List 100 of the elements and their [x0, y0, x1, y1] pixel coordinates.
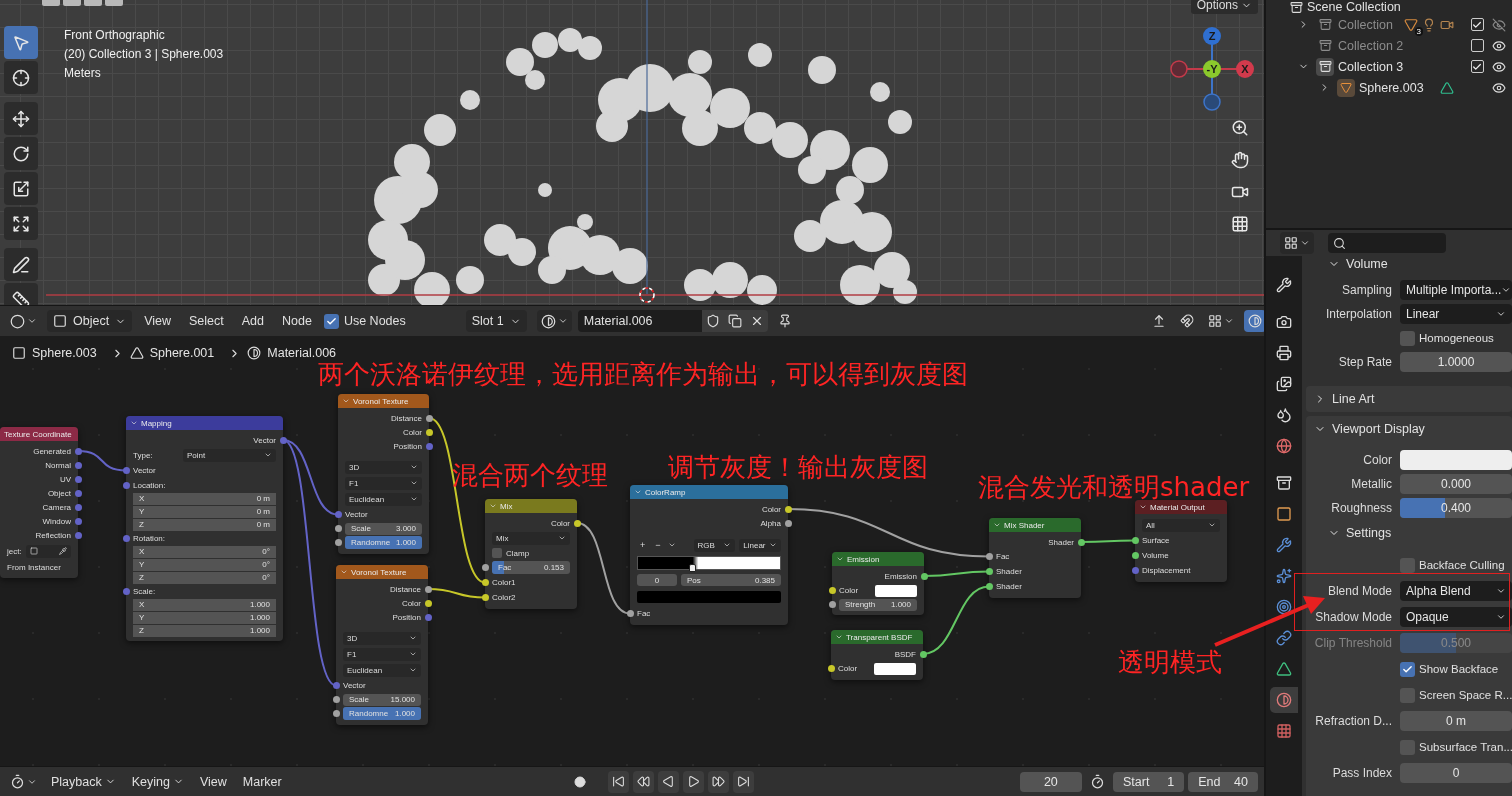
slider-field[interactable]: Randomne 1.000 — [345, 536, 422, 549]
property-dropdown[interactable]: Opaque — [1400, 607, 1512, 627]
3d-viewport[interactable]: Z -Y X Front Orthographic (20) Collection 3 | Sphere.003 Meters Options — [0, 0, 1264, 305]
node-dropdown[interactable]: F1 — [345, 476, 422, 490]
panel-header[interactable]: Volume — [1306, 256, 1512, 272]
socket-label: Distance — [390, 413, 422, 423]
annotation-text: 透明模式 — [1118, 647, 1222, 677]
number-field[interactable]: Y 0° — [133, 558, 276, 571]
property-dropdown[interactable]: Multiple Importa... — [1400, 280, 1512, 300]
outliner-item-name[interactable]: Sphere.003 — [1359, 80, 1436, 95]
property-label: Metallic — [1350, 477, 1392, 491]
number-field[interactable]: X 1.000 — [133, 598, 276, 611]
outliner-item-name[interactable]: Scene Collection — [1307, 0, 1508, 14]
socket-label: Displacement — [1142, 566, 1191, 575]
number-field[interactable]: Scale 15.000 — [343, 693, 421, 706]
property-label: Interpolation — [1324, 307, 1392, 321]
mode-dropdown[interactable]: Object — [47, 310, 133, 332]
node-header[interactable]: ColorRamp — [630, 485, 788, 499]
node-header[interactable]: Transparent BSDF — [831, 630, 923, 644]
node-header[interactable]: Mapping — [126, 416, 283, 430]
breadcrumb-item[interactable]: Material.006 — [267, 346, 337, 360]
node-title: Emission — [847, 554, 880, 564]
slot-dropdown[interactable]: Slot 1 — [465, 310, 527, 332]
node-dropdown[interactable]: 3D — [343, 631, 421, 645]
outliner-item-name[interactable]: Collection 3 — [1338, 59, 1454, 74]
node-title: Mapping — [141, 418, 172, 428]
axis-label: X — [1241, 63, 1249, 75]
socket-label: Reflection — [35, 530, 71, 540]
menu-item[interactable]: Add — [235, 314, 270, 328]
socket-label: Position — [393, 441, 422, 451]
breadcrumb-item[interactable]: Sphere.001 — [149, 346, 215, 360]
number-field[interactable]: Z 0 m — [133, 518, 276, 531]
panel-header[interactable]: Settings — [1306, 520, 1512, 546]
menu-item[interactable]: Marker — [236, 774, 288, 789]
ramp-button[interactable]: + — [637, 540, 649, 550]
number-field[interactable]: X 0 m — [133, 492, 276, 505]
current-frame-field[interactable]: 20 — [1019, 771, 1082, 792]
options-dropdown[interactable]: Options — [1190, 0, 1258, 14]
panel-header[interactable]: Line Art — [1306, 386, 1512, 412]
end-frame-field[interactable]: End 40 — [1188, 771, 1258, 792]
breadcrumb-item[interactable]: Sphere.003 — [32, 346, 97, 360]
slider-field[interactable]: Randomne 1.000 — [343, 707, 421, 720]
node-dropdown[interactable]: Linear — [739, 538, 781, 552]
menu-item[interactable]: Node — [276, 314, 318, 328]
node-header[interactable]: Mix — [485, 499, 577, 513]
node-header[interactable]: Voronoi Texture — [336, 565, 428, 579]
socket-label: Shader — [996, 567, 1022, 576]
socket-label: From Instancer — [7, 562, 61, 572]
node-dropdown[interactable]: All — [1142, 518, 1220, 532]
node-dropdown[interactable]: Point — [183, 448, 276, 462]
property-dropdown[interactable]: Linear — [1400, 304, 1512, 324]
number-field[interactable]: Scale 3.000 — [345, 522, 422, 535]
node-dropdown[interactable]: 3D — [345, 460, 422, 474]
socket-label: Position — [392, 612, 421, 622]
socket-label: BSDF — [894, 649, 916, 659]
stop-index-field[interactable]: 0 — [637, 574, 677, 586]
number-field[interactable]: Z 0° — [133, 571, 276, 584]
property-label: Color — [1362, 453, 1392, 467]
node-dropdown[interactable]: Mix — [492, 531, 570, 545]
panel-header[interactable]: Viewport Display — [1306, 416, 1512, 442]
menu-item[interactable]: View — [138, 314, 177, 328]
number-field[interactable]: X 0° — [133, 545, 276, 558]
material-name-field[interactable]: Material.006 — [577, 310, 702, 332]
socket-label: Fac — [637, 609, 651, 618]
node-header[interactable]: Mix Shader — [989, 518, 1081, 532]
axis-label: -Y — [1206, 63, 1218, 75]
node-dropdown[interactable]: Euclidean — [343, 663, 421, 677]
socket-label: UV — [59, 474, 71, 484]
shader-node[interactable]: Material Output All Surface Volume Displacement — [1135, 500, 1227, 582]
number-field[interactable]: Y 0 m — [133, 505, 276, 518]
menu-item[interactable]: Select — [183, 314, 230, 328]
number-field[interactable]: 0 — [1400, 763, 1512, 783]
node-dropdown[interactable]: F1 — [343, 647, 421, 661]
navigation-gizmo[interactable]: Z -Y X — [1170, 27, 1254, 111]
socket-label: Vector — [345, 510, 368, 519]
checkbox-label: Backface Culling — [1419, 559, 1505, 571]
socket-label: Vector — [133, 466, 156, 475]
number-field[interactable]: Y 1.000 — [133, 611, 276, 624]
property-dropdown[interactable]: Alpha Blend — [1400, 581, 1512, 601]
number-field[interactable]: 0 m — [1400, 711, 1512, 731]
node-dropdown[interactable]: RGB — [693, 538, 736, 552]
node-dropdown[interactable]: Euclidean — [345, 492, 422, 506]
socket-label: Emission — [884, 571, 917, 581]
menu-item[interactable]: View — [193, 774, 233, 789]
outliner-item-name[interactable]: Collection — [1338, 17, 1400, 32]
start-frame-field[interactable]: Start 1 — [1112, 771, 1185, 792]
menu-item[interactable]: Keying — [125, 774, 190, 789]
node-header[interactable]: Voronoi Texture — [338, 394, 429, 408]
ramp-button[interactable]: − — [652, 540, 664, 550]
slider-field[interactable]: 0.000 — [1400, 474, 1512, 494]
number-field[interactable]: Strength 1.000 — [839, 598, 917, 611]
number-field[interactable]: Z 1.000 — [133, 624, 276, 637]
node-header[interactable]: Material Output — [1135, 500, 1227, 514]
node-header[interactable]: Emission — [832, 552, 924, 566]
node-header[interactable]: Texture Coordinate — [0, 427, 78, 441]
number-field[interactable]: 1.0000 — [1400, 352, 1512, 372]
menu-item[interactable]: Playback — [45, 774, 122, 789]
outliner-item-name[interactable]: Collection 2 — [1338, 38, 1454, 53]
socket-label: Surface — [1142, 536, 1170, 545]
position-field[interactable]: Pos 0.385 — [681, 574, 781, 586]
